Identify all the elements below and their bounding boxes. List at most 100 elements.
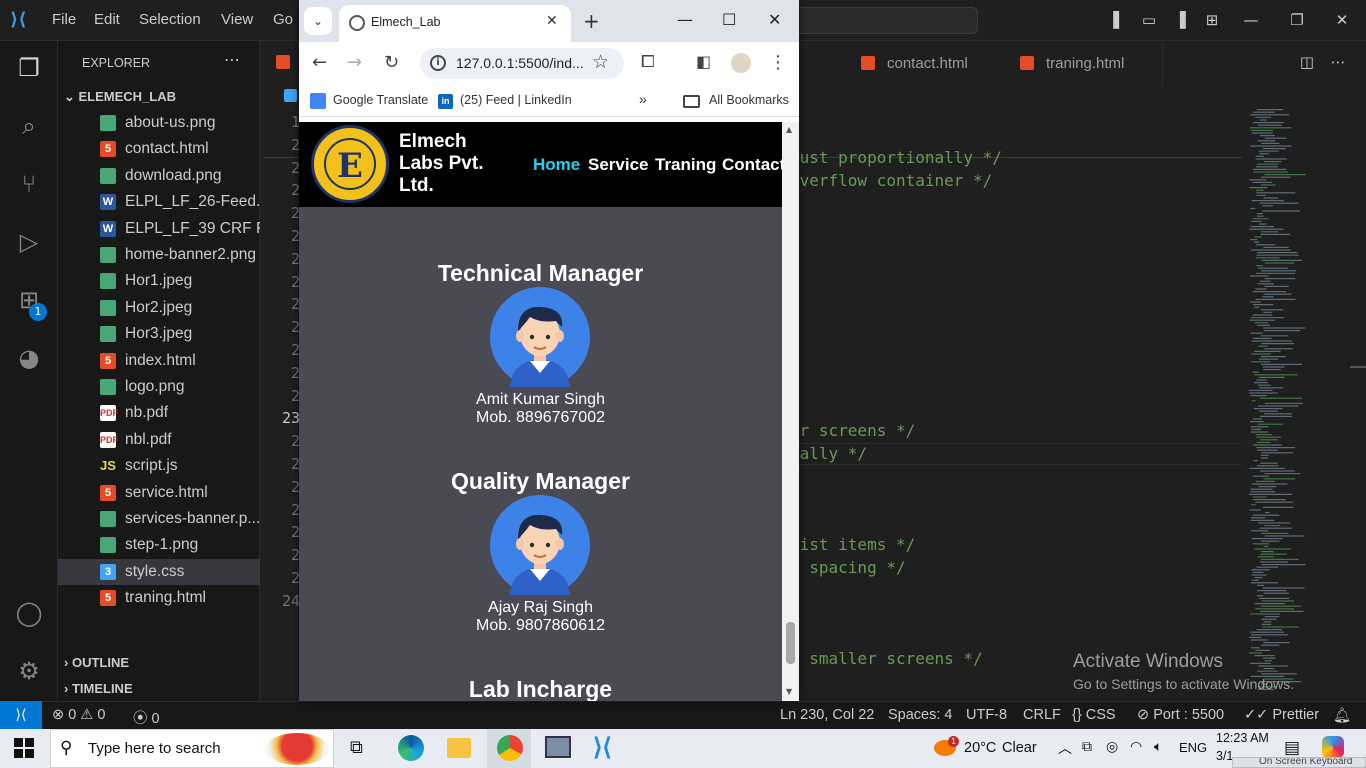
page-viewport[interactable]: E Elmech Labs Pvt. Ltd. Home Service Tra… <box>299 122 782 701</box>
file-item[interactable]: PDF nb.pdf <box>58 400 260 426</box>
toggle-secondary-sidebar-icon[interactable]: ▐ <box>1171 11 1189 29</box>
file-item[interactable]: 5 traning.html <box>58 585 260 611</box>
file-item[interactable]: 3 style.css <box>58 558 260 585</box>
file-item[interactable]: Hor1.jpeg <box>58 268 260 294</box>
menu-selection[interactable]: Selection <box>139 11 201 28</box>
file-item[interactable]: logo.png <box>58 374 260 400</box>
input-language[interactable]: ENG <box>1179 740 1207 755</box>
file-item[interactable]: JS script.js <box>58 453 260 479</box>
new-tab-icon[interactable]: + <box>583 9 600 33</box>
wifi-icon[interactable]: ◠ <box>1130 738 1142 755</box>
chrome-tab-active[interactable]: Elmech_Lab ✕ <box>339 5 571 42</box>
file-item[interactable]: 5 index.html <box>58 348 260 374</box>
chrome-minimize-icon[interactable]: — <box>677 10 693 29</box>
prettier-status[interactable]: ✓✓ Prettier <box>1244 707 1319 723</box>
language-status[interactable]: {} CSS <box>1072 707 1116 723</box>
cursor-position[interactable]: Ln 230, Col 22 <box>780 707 874 723</box>
menu-go[interactable]: Go <box>273 11 293 28</box>
volume-icon[interactable]: 🔈︎ <box>1154 738 1162 755</box>
nav-traning[interactable]: Traning <box>655 155 716 175</box>
file-explorer-icon[interactable] <box>447 738 471 758</box>
outline-section[interactable]: › OUTLINE <box>64 655 129 670</box>
edge-browser-icon[interactable] <box>398 735 424 761</box>
tray-chevron-icon[interactable]: ︿ <box>1058 738 1072 758</box>
notifications-bell-icon[interactable]: 🔔︎ <box>1333 707 1351 724</box>
search-icon[interactable]: ⌕ <box>13 110 45 142</box>
vscode-taskbar-icon[interactable]: ⟩⟨ <box>593 733 612 762</box>
tray-device-icon[interactable]: ⧉ <box>1082 738 1092 755</box>
scroll-up-arrow-icon[interactable]: ▲ <box>786 125 792 134</box>
split-editor-icon[interactable]: ◫ <box>1298 53 1316 71</box>
side-panel-icon[interactable]: ◧ <box>696 52 711 71</box>
command-center-search[interactable] <box>790 7 978 34</box>
tab-close-icon[interactable]: ✕ <box>546 13 558 29</box>
source-control-icon[interactable]: ⑂ <box>13 168 45 200</box>
manage-gear-icon[interactable]: ⚙ <box>13 655 45 687</box>
file-item[interactable]: PDF nbl.pdf <box>58 427 260 453</box>
menu-edit[interactable]: Edit <box>94 11 120 28</box>
bookmark-linkedin[interactable]: (25) Feed | LinkedIn <box>460 93 572 107</box>
file-item[interactable]: step-1.png <box>58 532 260 558</box>
profile-avatar[interactable] <box>731 53 751 73</box>
close-icon[interactable]: ✕ <box>1333 11 1351 29</box>
company-logo[interactable]: E <box>311 125 389 203</box>
bookmark-star-icon[interactable]: ☆ <box>592 51 609 73</box>
chrome-icon[interactable] <box>497 735 523 761</box>
chrome-menu-icon[interactable]: ⋮ <box>769 52 787 73</box>
live-share-icon[interactable]: ◕ <box>13 342 45 374</box>
scroll-down-arrow-icon[interactable]: ▼ <box>786 687 792 696</box>
editor-more-icon[interactable]: ⋯ <box>1329 53 1347 71</box>
problems-status[interactable]: ⊗ 0 ⚠ 0 <box>52 707 105 723</box>
indentation-status[interactable]: Spaces: 4 <box>888 707 953 723</box>
ports-status[interactable]: ⦿ 0 <box>133 707 160 728</box>
menu-view[interactable]: View <box>221 11 253 28</box>
explorer-icon[interactable]: ❐ <box>13 52 45 84</box>
file-item[interactable]: W ELPL_LF_39 CRF F... <box>58 216 277 242</box>
page-scrollbar[interactable]: ▲ ▼ <box>782 122 799 701</box>
file-item[interactable]: Hor2.jpeg <box>58 295 260 321</box>
copilot-icon[interactable] <box>1322 736 1344 758</box>
file-item[interactable]: 5 contact.html <box>58 136 260 162</box>
file-item[interactable]: home-banner2.png <box>58 242 260 268</box>
forward-arrow-icon[interactable]: → <box>347 52 362 73</box>
file-item[interactable]: download.png <box>58 163 260 189</box>
restore-icon[interactable]: ❐ <box>1288 11 1306 29</box>
file-item[interactable]: services-banner.p... <box>58 506 260 532</box>
nav-home[interactable]: Home <box>533 155 580 175</box>
chrome-close-icon[interactable]: ✕ <box>768 10 781 29</box>
more-bookmarks-icon[interactable]: » <box>639 91 647 107</box>
file-item[interactable]: about-us.png <box>58 110 260 136</box>
live-server-status[interactable]: ⊘ Port : 5500 <box>1137 707 1224 723</box>
clock-time[interactable]: 12:23 AM <box>1216 731 1269 745</box>
bookmark-google-translate[interactable]: Google Translate <box>333 93 428 107</box>
address-bar[interactable]: i 127.0.0.1:5500/ind... ☆ <box>420 48 624 79</box>
file-item[interactable]: 5 service.html <box>58 480 260 506</box>
extensions-puzzle-icon[interactable]: ⧠ <box>641 52 655 72</box>
tray-meet-icon[interactable]: ◎ <box>1106 738 1118 755</box>
eol-status[interactable]: CRLF <box>1023 707 1061 723</box>
scrollbar-thumb[interactable] <box>786 622 795 664</box>
accounts-icon[interactable]: ◯ <box>13 597 45 629</box>
explorer-root-folder[interactable]: ⌄ ELEMECH_LAB <box>64 89 176 105</box>
site-info-icon[interactable]: i <box>430 55 446 71</box>
nav-service[interactable]: Service <box>588 155 649 175</box>
nav-contact[interactable]: Contact <box>722 155 782 175</box>
onscreen-keyboard-icon[interactable] <box>545 736 571 758</box>
tab-search-chevron-icon[interactable]: ⌄ <box>304 7 332 35</box>
minimap[interactable] <box>1247 105 1347 695</box>
customize-layout-icon[interactable]: ⊞ <box>1203 11 1221 29</box>
task-view-icon[interactable]: ⧉ <box>350 737 363 758</box>
bookmark-all[interactable]: All Bookmarks <box>709 93 789 107</box>
minimize-icon[interactable]: — <box>1242 11 1260 29</box>
timeline-section[interactable]: › TIMELINE <box>64 681 133 696</box>
notification-center-icon[interactable]: ▤ <box>1284 738 1300 758</box>
url-text[interactable]: 127.0.0.1:5500/ind... <box>456 55 584 71</box>
chrome-maximize-icon[interactable]: ☐ <box>722 10 736 29</box>
remote-indicator-icon[interactable]: ⟩⟨ <box>0 701 42 729</box>
explorer-more-icon[interactable]: ⋯ <box>224 50 240 69</box>
file-item[interactable]: Hor3.jpeg <box>58 321 260 347</box>
file-item[interactable]: W ELPL_LF_26-Feed... <box>58 189 269 215</box>
menu-file[interactable]: File <box>52 11 76 28</box>
reload-icon[interactable]: ↻ <box>384 52 399 73</box>
run-debug-icon[interactable]: ▷ <box>13 226 45 258</box>
